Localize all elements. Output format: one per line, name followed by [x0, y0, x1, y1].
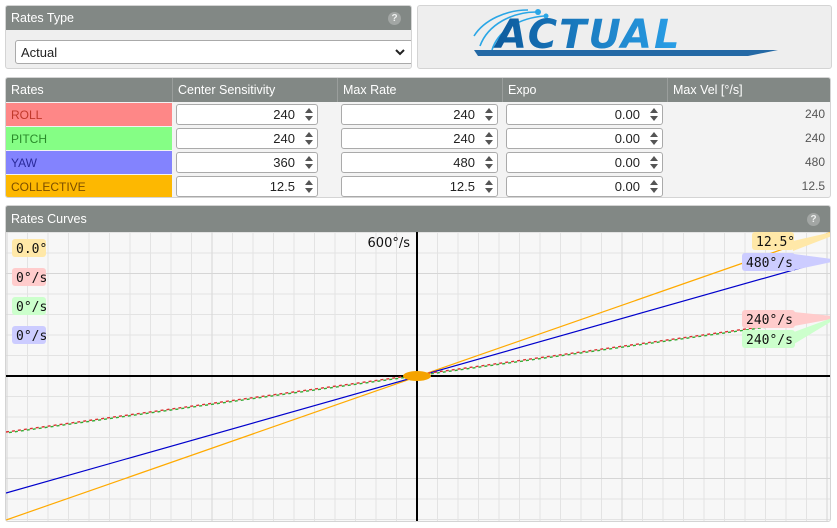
input-value: 12.5 [269, 179, 295, 194]
stepper-icon[interactable] [484, 131, 494, 146]
axis-label-roll: ROLL [6, 103, 172, 126]
pitch-max-vel: 240 [804, 131, 825, 145]
input-value: 480 [453, 155, 475, 170]
roll-expo-input[interactable]: 0.00 [506, 104, 663, 125]
collective-center-sensitivity-input[interactable]: 12.5 [176, 176, 318, 197]
stepper-icon[interactable] [304, 179, 314, 194]
stepper-icon[interactable] [484, 107, 494, 122]
col-header-max-rate: Max Rate [337, 78, 502, 102]
roll-end-label: 240°/s [746, 313, 793, 328]
roll-max-rate-input[interactable]: 240 [341, 104, 498, 125]
stepper-icon[interactable] [304, 155, 314, 170]
rates-curves-panel: Rates Curves ? 600°/s 0.0° 0°/s 0°/s 0°/… [5, 205, 831, 522]
collective-live-label: 0.0° [16, 242, 47, 257]
rates-table-header-row: Rates Center Sensitivity Max Rate Expo M… [6, 78, 830, 102]
stepper-icon[interactable] [484, 179, 494, 194]
stepper-icon[interactable] [649, 131, 659, 146]
col-header-center-sensitivity: Center Sensitivity [172, 78, 337, 102]
help-icon[interactable]: ? [388, 11, 401, 25]
rates-type-title: Rates Type [11, 11, 75, 25]
col-header-rates: Rates [11, 83, 44, 97]
stepper-icon[interactable] [649, 107, 659, 122]
center-marker [403, 371, 431, 381]
collective-expo-input[interactable]: 0.00 [506, 176, 663, 197]
logo-text: ACTUAL [493, 12, 682, 58]
pitch-end-label: 240°/s [746, 333, 793, 348]
col-header-expo: Expo [502, 78, 667, 102]
input-value: 12.5 [449, 179, 475, 194]
pitch-max-rate-input[interactable]: 240 [341, 128, 498, 149]
col-header-max-vel: Max Vel [°/s] [667, 78, 830, 102]
axis-label-collective: COLLECTIVE [6, 175, 172, 197]
actual-logo: ACTUAL [473, 9, 778, 58]
rates-type-panel: Rates Type ? Actual [5, 5, 412, 69]
axis-label-pitch: PITCH [6, 127, 172, 150]
input-value: 240 [273, 107, 295, 122]
stepper-icon[interactable] [484, 155, 494, 170]
top-scale-label: 600°/s [368, 236, 411, 251]
pitch-center-sensitivity-input[interactable]: 240 [176, 128, 318, 149]
yaw-max-vel: 480 [804, 155, 825, 169]
input-value: 240 [273, 131, 295, 146]
pitch-expo-input[interactable]: 0.00 [506, 128, 663, 149]
collective-end-label: 12.5° [756, 235, 795, 250]
pitch-live-label: 0°/s [16, 300, 47, 315]
collective-max-vel: 12.5 [801, 179, 825, 193]
input-value: 0.00 [614, 107, 640, 122]
input-value: 0.00 [614, 131, 640, 146]
help-icon[interactable]: ? [807, 212, 820, 226]
input-value: 240 [453, 131, 475, 146]
yaw-center-sensitivity-input[interactable]: 360 [176, 152, 318, 173]
yaw-end-label: 480°/s [746, 256, 793, 271]
rates-type-selected-value: Actual [21, 44, 58, 60]
stepper-icon[interactable] [649, 179, 659, 194]
actual-logo-panel: ACTUAL [417, 5, 832, 69]
chevron-down-icon [395, 49, 405, 56]
roll-live-label: 0°/s [16, 271, 47, 286]
axis-label-yaw: YAW [6, 151, 172, 174]
yaw-max-rate-input[interactable]: 480 [341, 152, 498, 173]
stepper-icon[interactable] [304, 107, 314, 122]
roll-max-vel: 240 [804, 107, 825, 121]
input-value: 360 [273, 155, 295, 170]
rates-curves-title: Rates Curves [11, 212, 87, 226]
input-value: 0.00 [614, 155, 640, 170]
input-value: 240 [453, 107, 475, 122]
stepper-icon[interactable] [649, 155, 659, 170]
collective-max-rate-input[interactable]: 12.5 [341, 176, 498, 197]
stepper-icon[interactable] [304, 131, 314, 146]
yaw-expo-input[interactable]: 0.00 [506, 152, 663, 173]
rates-curves-header: Rates Curves ? [6, 206, 830, 232]
roll-center-sensitivity-input[interactable]: 240 [176, 104, 318, 125]
rates-curve-graph: 600°/s 0.0° 0°/s 0°/s 0°/s 12.5° 480°/s … [6, 232, 830, 521]
rates-table: Rates Center Sensitivity Max Rate Expo M… [5, 77, 831, 198]
yaw-live-label: 0°/s [16, 329, 47, 344]
rates-type-select[interactable]: Actual [15, 40, 411, 64]
rates-type-header: Rates Type ? [6, 6, 411, 30]
input-value: 0.00 [614, 179, 640, 194]
